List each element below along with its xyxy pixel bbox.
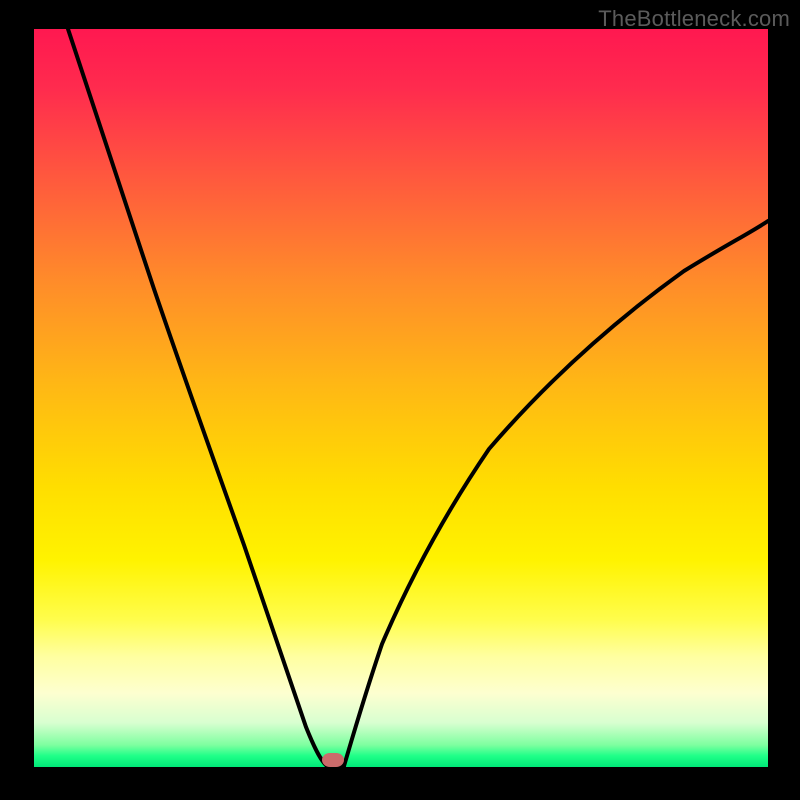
- curve-right: [344, 221, 768, 766]
- plot-area: [34, 29, 768, 767]
- curve-svg: [34, 29, 768, 767]
- optimum-marker: [322, 753, 344, 767]
- watermark-text: TheBottleneck.com: [598, 6, 790, 32]
- curve-left: [68, 29, 327, 766]
- chart-frame: TheBottleneck.com: [0, 0, 800, 800]
